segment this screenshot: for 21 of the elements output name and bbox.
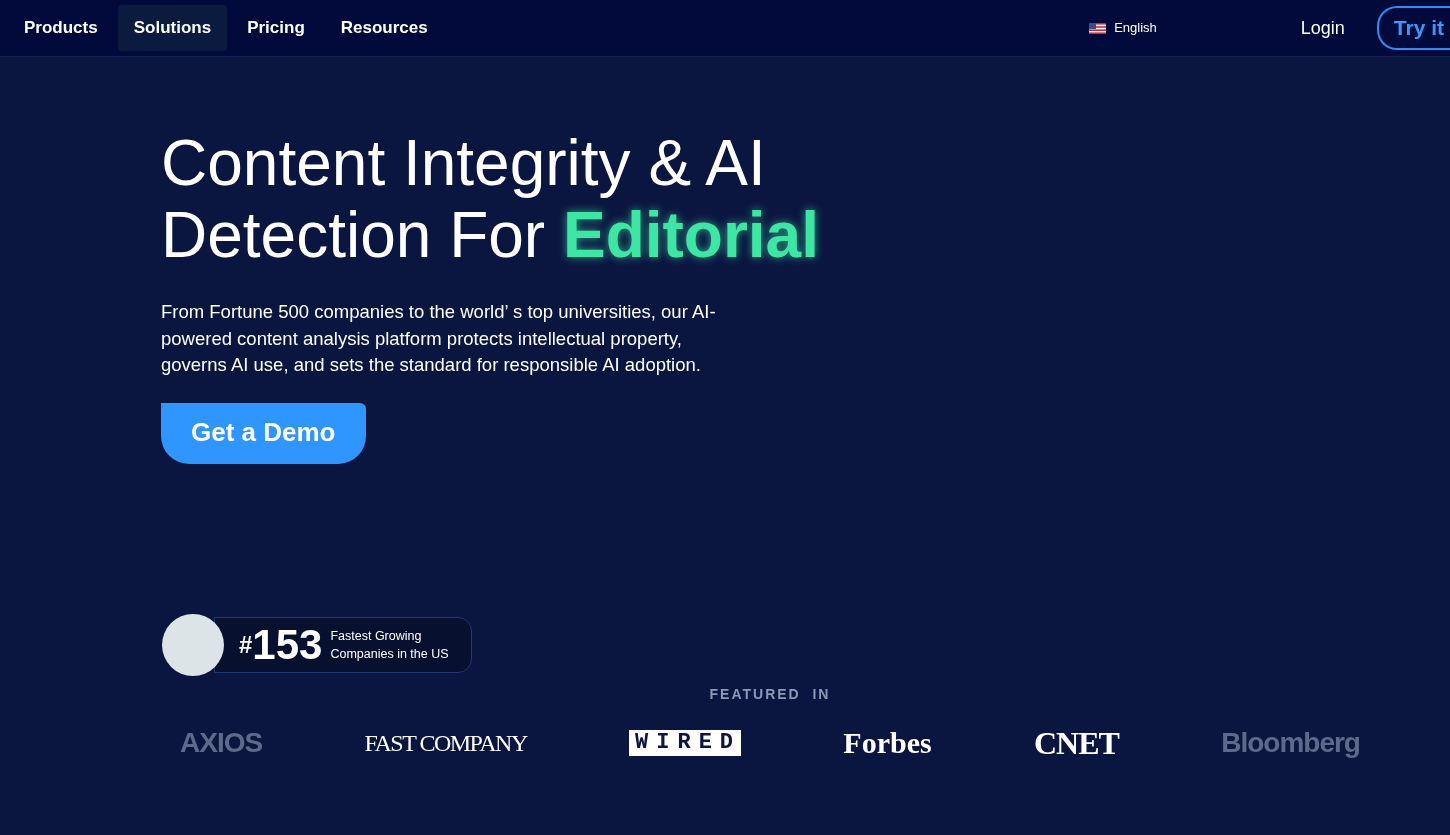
nav-link[interactable]: Pricing [231,5,321,51]
nav-link[interactable]: Resources [324,5,444,51]
login-link[interactable]: Login [1300,14,1345,42]
hash-symbol: # [239,629,253,658]
try-button[interactable]: Try it [1376,6,1450,50]
press-logo: CNET [1033,726,1119,759]
headline: Content Integrity & AI Detection For Editorial [161,127,820,271]
hero-description: From Fortune 500 companies to the world’ s top universities, our AI-powered content analysis platform protects intellectual property, governs AI use, and sets the standard for responsible AI adoption. [161,300,717,377]
press-logo: Forbes [843,726,932,759]
language-selector[interactable]: English [1089,18,1205,38]
flag-icon [1089,22,1107,34]
nav-link[interactable]: Products [8,5,114,51]
press-logo: FAST COMPANY [364,728,527,758]
press-logo: AXIOS [180,726,263,759]
press-logo: WIRED [629,729,742,756]
press-logo: Bloomberg [1221,726,1360,759]
award-caption: Fastest Growing [330,627,423,645]
rank-number: 153 [252,620,323,670]
featured-title: FEATURED IN [708,684,832,704]
award-caption: Companies in the US [330,645,449,663]
nav-link[interactable]: Solutions [117,5,228,51]
